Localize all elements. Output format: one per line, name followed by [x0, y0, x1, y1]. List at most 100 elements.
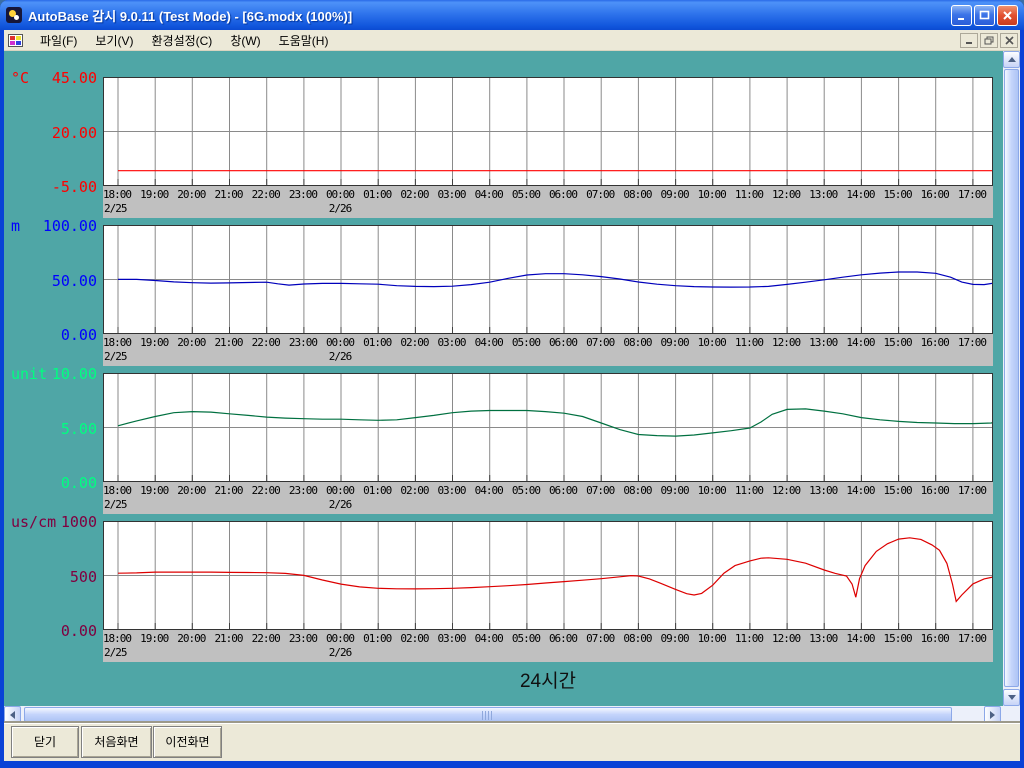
vertical-scroll-thumb[interactable]: [1004, 69, 1019, 687]
scroll-left-button[interactable]: [4, 706, 21, 723]
chart-conductivity: us/cm 1000 500 0.00 18:00 19:00 20:00 21:00 22:0…: [11, 514, 993, 662]
plot-svg: [104, 374, 992, 481]
scroll-up-button[interactable]: [1003, 51, 1020, 68]
previous-screen-button[interactable]: 이전화면: [153, 726, 222, 758]
time-label: 16:00: [920, 484, 950, 497]
chart-level: m 100.00 50.00 0.00 18:00 19:00 20:00 21:00 22:0…: [11, 218, 993, 366]
time-label: 07:00: [586, 632, 615, 645]
time-label: 13:00: [809, 188, 838, 201]
minimize-icon: [958, 17, 964, 20]
time-label: 11:00: [734, 188, 764, 201]
time-label: 03:00: [437, 632, 466, 645]
date-label: 2/25: [104, 498, 128, 511]
y-tick-mid: 500: [69, 567, 97, 586]
time-label: 00:00: [325, 484, 355, 497]
arrow-down-icon: [1007, 695, 1016, 700]
time-label: 12:00: [772, 336, 801, 349]
time-label: 01:00: [363, 632, 392, 645]
time-label: 07:00: [586, 188, 615, 201]
date-label: 2/25: [104, 350, 128, 363]
scroll-down-button[interactable]: [1003, 689, 1020, 706]
time-axis-band: 18:00 19:00 20:00 21:00 22:00 23:00 00:00 01:00…: [103, 186, 993, 218]
time-label: 04:00: [474, 188, 504, 201]
time-label: 02:00: [400, 632, 429, 645]
maximize-button[interactable]: [974, 4, 995, 26]
date-label: 2/26: [328, 646, 353, 659]
time-label: 19:00: [140, 336, 169, 349]
time-label: 17:00: [957, 632, 987, 645]
mdi-restore-button[interactable]: [980, 32, 998, 48]
menu-help[interactable]: 도움말(H): [270, 30, 338, 51]
time-label: 23:00: [288, 484, 318, 497]
time-label: 16:00: [920, 188, 950, 201]
time-label: 17:00: [957, 188, 987, 201]
time-label: 14:00: [846, 336, 875, 349]
time-label: 09:00: [660, 188, 690, 201]
time-label: 15:00: [883, 336, 913, 349]
horizontal-scroll-thumb[interactable]: [24, 707, 952, 722]
time-label: 13:00: [809, 632, 838, 645]
window-bottom-border: [0, 761, 1024, 768]
y-tick-mid: 5.00: [60, 419, 97, 438]
time-label: 10:00: [697, 188, 727, 201]
y-tick-top: 1000: [60, 513, 97, 531]
time-label: 13:00: [809, 336, 838, 349]
time-label: 12:00: [772, 632, 801, 645]
button-bar: 닫기 처음화면 이전화면: [4, 723, 1020, 761]
time-label: 18:00: [103, 632, 132, 645]
time-label: 19:00: [140, 484, 169, 497]
scroll-right-button[interactable]: [984, 706, 1001, 723]
time-label: 00:00: [325, 188, 355, 201]
vertical-scrollbar[interactable]: [1003, 51, 1020, 706]
mdi-minimize-button[interactable]: [960, 32, 978, 48]
time-label: 03:00: [437, 484, 466, 497]
time-label: 17:00: [957, 336, 987, 349]
mdi-close-button[interactable]: [1000, 32, 1018, 48]
time-label: 01:00: [363, 188, 392, 201]
time-label: 20:00: [177, 484, 206, 497]
chart-temperature: °C 45.00 20.00 -5.00 18:00 19:00 20:00 21:00 22:…: [11, 70, 993, 218]
y-tick-bottom: -5.00: [51, 178, 97, 196]
menu-bar: 파일(F) 보기(V) 환경설정(C) 창(W) 도움말(H): [4, 30, 1020, 51]
plot-area: us/cm 1000 500 0.00: [11, 514, 993, 639]
time-label: 21:00: [214, 632, 243, 645]
title-bar[interactable]: AutoBase 감시 9.0.11 (Test Mode) - [6G.mod…: [0, 0, 1024, 30]
menu-view[interactable]: 보기(V): [86, 30, 142, 51]
y-tick-bottom: 0.00: [60, 326, 97, 344]
menu-settings[interactable]: 환경설정(C): [142, 30, 221, 51]
arrow-left-icon: [10, 710, 15, 719]
maximize-icon: [979, 10, 990, 19]
menu-window[interactable]: 창(W): [221, 30, 269, 51]
plot-area: °C 45.00 20.00 -5.00: [11, 70, 993, 195]
time-label: 07:00: [586, 484, 615, 497]
time-label: 08:00: [623, 188, 652, 201]
time-label: 07:00: [586, 336, 615, 349]
time-label: 04:00: [474, 632, 504, 645]
time-label: 12:00: [772, 188, 801, 201]
horizontal-scrollbar[interactable]: [4, 706, 1020, 723]
time-label: 14:00: [846, 632, 875, 645]
date-label: 2/25: [104, 202, 128, 215]
time-label: 18:00: [103, 336, 132, 349]
arrow-up-icon: [1007, 57, 1016, 62]
time-label: 00:00: [325, 632, 355, 645]
menu-file[interactable]: 파일(F): [31, 30, 86, 51]
close-button[interactable]: [997, 4, 1018, 26]
close-screen-button[interactable]: 닫기: [11, 726, 79, 758]
time-label: 03:00: [437, 188, 466, 201]
date-label: 2/26: [328, 350, 353, 363]
time-label: 19:00: [140, 632, 169, 645]
minimize-button[interactable]: [951, 4, 972, 26]
time-label: 05:00: [511, 484, 541, 497]
time-axis-band: 18:00 19:00 20:00 21:00 22:00 23:00 00:00 01:00…: [103, 334, 993, 366]
time-label: 20:00: [177, 336, 206, 349]
time-label: 17:00: [957, 484, 987, 497]
plot-svg: [104, 226, 992, 333]
trend-client-area: °C 45.00 20.00 -5.00 18:00 19:00 20:00 21:00 22:…: [4, 51, 1020, 706]
time-label: 09:00: [660, 484, 690, 497]
chart-unit-value: unit 10.00 5.00 0.00 18:00 19:00 20:00 21:00 22:…: [11, 366, 993, 514]
home-screen-button[interactable]: 처음화면: [81, 726, 152, 758]
time-label: 10:00: [697, 632, 727, 645]
time-label: 09:00: [660, 336, 690, 349]
y-tick-top: 10.00: [51, 365, 97, 383]
